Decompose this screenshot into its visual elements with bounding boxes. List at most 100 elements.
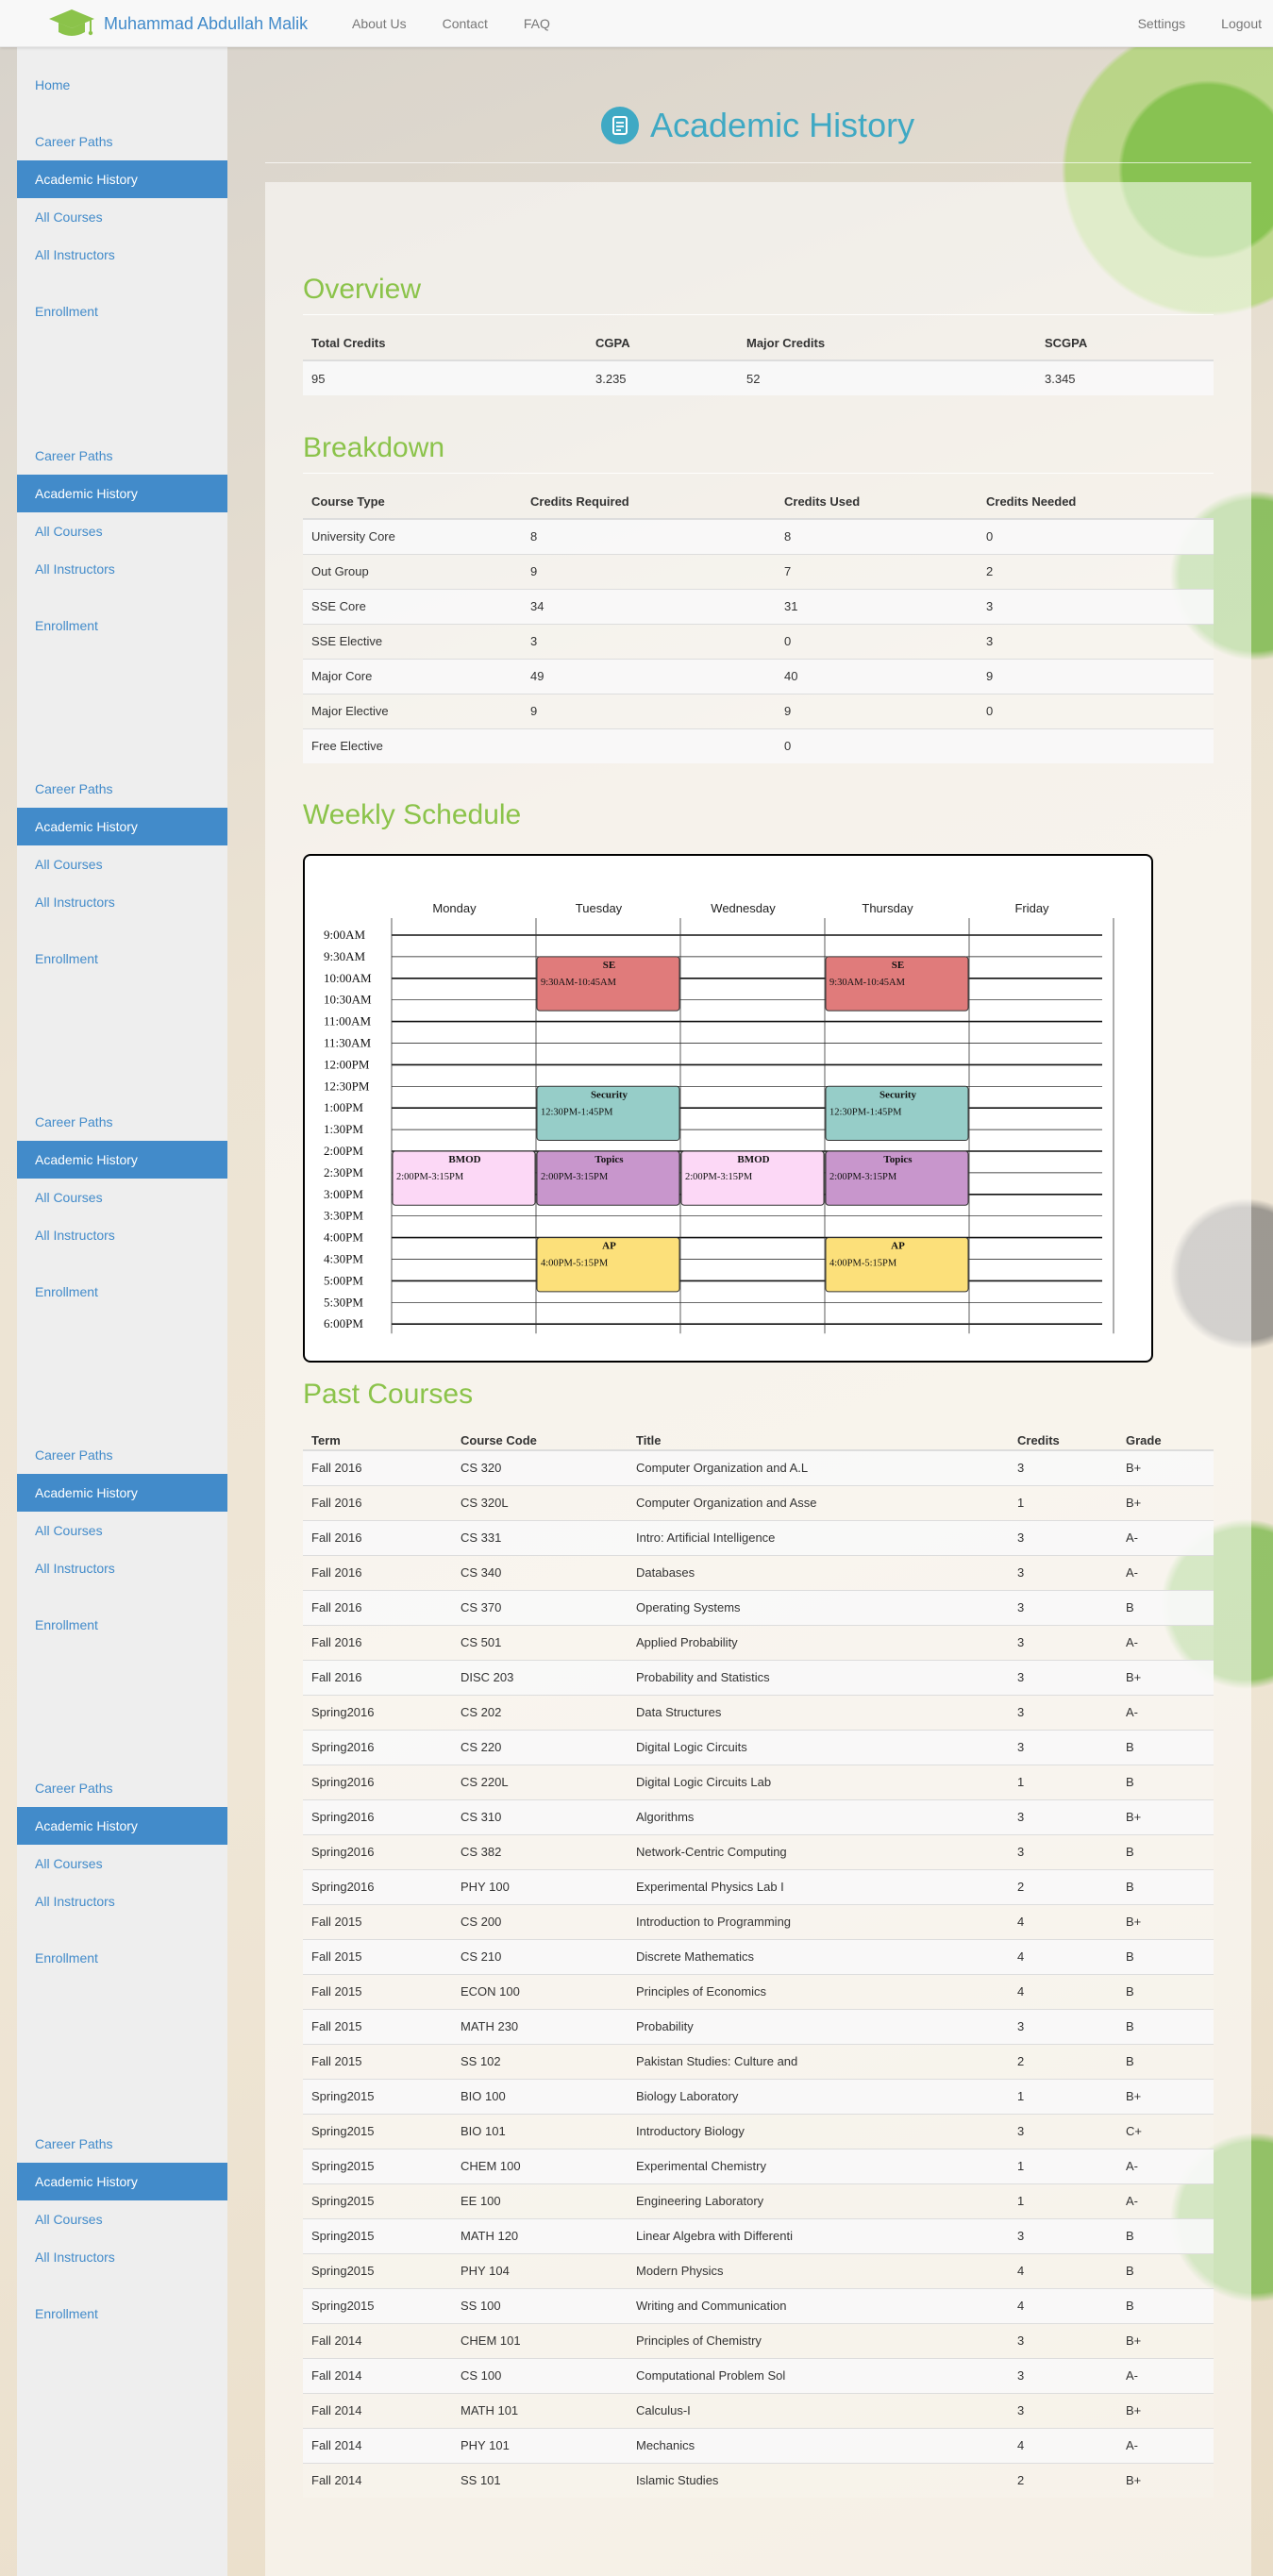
table-cell: 40 [776,658,978,694]
sidebar-item-enrollment[interactable]: Enrollment [17,293,227,330]
sidebar-item-enrollment[interactable]: Enrollment [17,2295,227,2333]
table-cell: B [1117,1729,1214,1765]
table-cell: 0 [978,518,1214,554]
sidebar-item-academic-history[interactable]: Academic History [17,1141,227,1179]
time-label: 4:30PM [324,1252,363,1266]
sidebar-item-all-instructors[interactable]: All Instructors [17,2238,227,2276]
table-cell: A- [1117,1554,1214,1590]
table-cell: Introduction to Programming [628,1903,1009,1939]
table-row: Spring2016 CS 382 Network-Centric Computin… [303,1833,1214,1869]
table-row: Fall 2016 CS 370 Operating Systems 3 B [303,1589,1214,1625]
sidebar-item-enrollment[interactable]: Enrollment [17,1939,227,1977]
table-cell: 1 [1009,1764,1117,1799]
sidebar-item-enrollment[interactable]: Enrollment [17,607,227,644]
nav-contact[interactable]: Contact [443,16,488,31]
table-cell: B+ [1117,2078,1214,2114]
sidebar-item-career-paths[interactable]: Career Paths [17,1436,227,1474]
sidebar-item-all-courses[interactable]: All Courses [17,1845,227,1882]
table-cell: 3 [1009,1694,1117,1730]
sidebar-item-all-instructors[interactable]: All Instructors [17,236,227,274]
table-cell: 3 [1009,2008,1117,2044]
page-title-text: Academic History [650,106,915,144]
overview-heading: Overview [303,274,422,305]
table-cell: Spring2015 [303,2183,452,2218]
table-cell: Intro: Artificial Intelligence [628,1519,1009,1555]
sidebar-item-all-instructors[interactable]: All Instructors [17,550,227,588]
sidebar-item-all-courses[interactable]: All Courses [17,845,227,883]
time-label: 2:00PM [324,1144,363,1158]
sidebar-item-all-instructors[interactable]: All Instructors [17,883,227,921]
table-cell: SSE Elective [303,623,522,659]
table-cell: Fall 2015 [303,1938,452,1974]
table-cell: Spring2016 [303,1694,452,1730]
table-cell: CS 382 [452,1833,628,1869]
sidebar-menu-repeat: Career Paths Academic History All Courses A… [17,770,227,978]
table-row: Spring2016 CS 220 Digital Logic Circuits 3 B [303,1729,1214,1765]
table-cell [978,728,1214,763]
table-cell: CS 370 [452,1589,628,1625]
time-label: 11:30AM [324,1036,372,1050]
sidebar-item-career-paths[interactable]: Career Paths [17,1769,227,1807]
table-cell: Free Elective [303,728,522,763]
class-time: 12:30PM-1:45PM [829,1107,902,1117]
sidebar-item-academic-history[interactable]: Academic History [17,1807,227,1845]
sidebar-item-career-paths[interactable]: Career Paths [17,123,227,160]
time-label: 3:30PM [324,1209,363,1223]
sidebar-menu-repeat: Career Paths Academic History All Courses A… [17,2125,227,2333]
sidebar-item-career-paths[interactable]: Career Paths [17,437,227,475]
table-cell: 2 [1009,1868,1117,1904]
time-label: 12:30PM [324,1079,370,1093]
table-cell: Spring2016 [303,1868,452,1904]
sidebar-item-academic-history[interactable]: Academic History [17,160,227,198]
table-cell: B [1117,1973,1214,2009]
sidebar-item-all-courses[interactable]: All Courses [17,1512,227,1549]
table-cell: Major Elective [303,693,522,728]
column-header: Credits Required [522,484,776,520]
table-cell: 34 [522,588,776,624]
table-cell: B+ [1117,1903,1214,1939]
table-cell: Fall 2016 [303,1554,452,1590]
sidebar-item-academic-history[interactable]: Academic History [17,1474,227,1512]
sidebar-item-all-courses[interactable]: All Courses [17,198,227,236]
table-cell: 8 [522,518,776,554]
sidebar-item-all-courses[interactable]: All Courses [17,512,227,550]
sidebar-item-home[interactable]: Home [17,66,227,104]
table-row: Spring2016 CS 202 Data Structures 3 A- [303,1694,1214,1730]
brand[interactable]: Muhammad Abdullah Malik [47,8,308,40]
nav-about-us[interactable]: About Us [352,16,407,31]
table-cell: Databases [628,1554,1009,1590]
table-cell: Experimental Chemistry [628,2148,1009,2183]
time-label: 6:00PM [324,1316,363,1330]
table-cell: Fall 2014 [303,2392,452,2428]
sidebar-item-career-paths[interactable]: Career Paths [17,1103,227,1141]
table-cell: 0 [978,693,1214,728]
nav-settings[interactable]: Settings [1138,16,1186,31]
sidebar-item-all-instructors[interactable]: All Instructors [17,1216,227,1254]
sidebar-item-enrollment[interactable]: Enrollment [17,940,227,978]
sidebar-item-career-paths[interactable]: Career Paths [17,770,227,808]
sidebar-item-academic-history[interactable]: Academic History [17,2163,227,2200]
sidebar-item-academic-history[interactable]: Academic History [17,808,227,845]
sidebar-item-all-instructors[interactable]: All Instructors [17,1882,227,1920]
breakdown-table: Course Type Credits Required Credits Use… [303,484,1214,763]
table-cell: 3 [1009,1624,1117,1660]
overview-divider [303,314,1214,315]
table-cell: 3 [1009,1519,1117,1555]
table-cell: CS 202 [452,1694,628,1730]
table-cell: PHY 104 [452,2252,628,2288]
sidebar-item-enrollment[interactable]: Enrollment [17,1273,227,1311]
table-cell: Probability and Statistics [628,1659,1009,1695]
table-cell: Digital Logic Circuits Lab [628,1764,1009,1799]
sidebar-item-all-courses[interactable]: All Courses [17,1179,227,1216]
table-cell: MATH 230 [452,2008,628,2044]
sidebar-item-all-instructors[interactable]: All Instructors [17,1549,227,1587]
breakdown-divider [303,473,1214,474]
table-cell: Fall 2016 [303,1484,452,1520]
sidebar-item-all-courses[interactable]: All Courses [17,2200,227,2238]
brand-name[interactable]: Muhammad Abdullah Malik [104,14,308,34]
sidebar-item-academic-history[interactable]: Academic History [17,475,227,512]
sidebar-item-enrollment[interactable]: Enrollment [17,1606,227,1644]
nav-logout[interactable]: Logout [1221,16,1262,31]
sidebar-item-career-paths[interactable]: Career Paths [17,2125,227,2163]
nav-faq[interactable]: FAQ [524,16,550,31]
